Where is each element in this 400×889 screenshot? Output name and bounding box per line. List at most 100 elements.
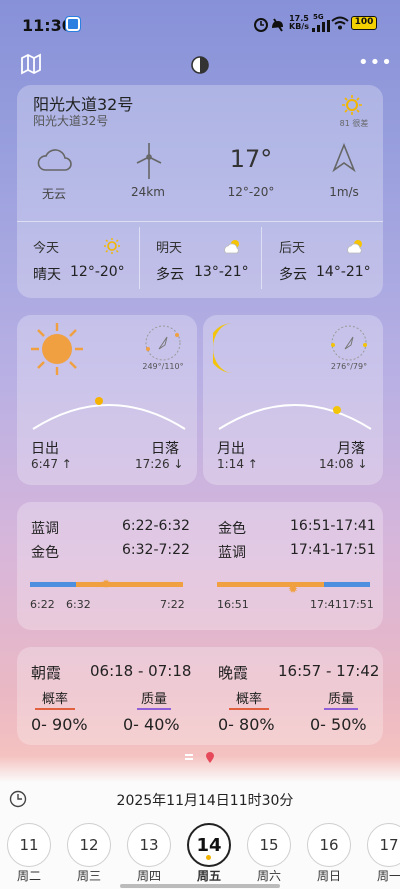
- day-button[interactable]: 15: [247, 823, 291, 867]
- glow-card: 朝霞 06:18 - 07:18 晚霞 16:57 - 17:42 概率 质量 …: [17, 647, 383, 745]
- selected-dot: [206, 855, 211, 860]
- day-button[interactable]: 17: [367, 823, 400, 867]
- day-button[interactable]: 13: [127, 823, 171, 867]
- weekday-label: 周六: [256, 869, 281, 883]
- sun-arc: [32, 397, 186, 430]
- more-menu-icon[interactable]: •••: [358, 52, 393, 73]
- sunrise-time: 6:47: [31, 457, 58, 471]
- moon-azimuth: 276°/79°: [330, 362, 368, 371]
- weekday-label: 周一: [376, 869, 400, 883]
- day-button[interactable]: 12: [67, 823, 111, 867]
- divider: [17, 221, 383, 222]
- wind-direction-icon: [332, 143, 356, 173]
- arrow-down-icon: ↓: [173, 457, 184, 471]
- cloud-icon: [37, 149, 72, 171]
- tick-label: 6:22: [30, 598, 55, 611]
- compass-icon: [331, 325, 367, 361]
- alarm-icon: [254, 18, 283, 32]
- current-condition: 无云: [41, 187, 66, 201]
- sun-small-icon: [342, 95, 362, 115]
- moon-icon: [213, 323, 233, 373]
- forecast-range: 13°-21°: [194, 264, 249, 280]
- weekday-label: 周四: [136, 869, 161, 883]
- probability-label: 概率: [229, 692, 269, 710]
- tick-label: 17:41: [310, 598, 342, 611]
- sunrise-label: 日出: [31, 441, 59, 457]
- net-unit: KB/s: [289, 22, 309, 31]
- twilight-card: 蓝调 6:22-6:32 金色 6:32-7:22 金色 16:51-17:41…: [17, 502, 383, 630]
- arrow-down-icon: ↓: [357, 457, 368, 471]
- weekday-label-selected: 周五: [196, 869, 221, 883]
- current-temp: 17°: [229, 145, 273, 173]
- probability-label: 概率: [35, 692, 75, 710]
- day-button[interactable]: 16: [307, 823, 351, 867]
- page-indicator-list-icon[interactable]: [185, 754, 193, 762]
- twilight-label: 金色: [218, 521, 246, 537]
- sunset-label: 日落: [151, 441, 179, 457]
- forecast-cond: 多云: [279, 267, 307, 283]
- moonset-time-row: 14:08 ↓: [319, 457, 367, 471]
- forecast-range: 14°-21°: [316, 264, 371, 280]
- arrow-up-icon: ↑: [61, 457, 72, 471]
- forecast-cond: 晴天: [33, 267, 61, 283]
- divider: [139, 227, 140, 289]
- forecast-day: 今天: [33, 241, 60, 256]
- sun-card: 249°/110° 日出 日落 6:47 ↑ 17:26 ↓: [17, 315, 197, 485]
- twilight-label: 金色: [31, 545, 59, 561]
- location-sub: 阳光大道32号: [33, 114, 109, 128]
- sunset-time-row: 17:26 ↓: [135, 457, 183, 471]
- twilight-time: 17:41-17:51: [290, 542, 376, 558]
- morning-glow-time: 06:18 - 07:18: [90, 662, 192, 680]
- moonrise-time-row: 1:14 ↑: [217, 457, 258, 471]
- theme-toggle-icon[interactable]: [190, 55, 210, 75]
- compass-icon: [145, 325, 181, 361]
- home-indicator[interactable]: [120, 884, 280, 888]
- page-indicator-location-icon[interactable]: [205, 752, 215, 764]
- battery-icon: 100: [351, 16, 377, 30]
- arrow-up-icon: ↑: [247, 457, 258, 471]
- clock-icon[interactable]: [9, 790, 27, 808]
- day-number: 14: [196, 835, 222, 856]
- twilight-time: 16:51-17:41: [290, 518, 376, 534]
- partly-cloudy-icon: [224, 240, 239, 254]
- sunny-icon: [104, 238, 120, 254]
- wifi-icon: [331, 16, 349, 30]
- weekday-label: 周三: [76, 869, 101, 883]
- divider: [261, 227, 262, 289]
- forecast-range: 12°-20°: [70, 264, 125, 280]
- tick-label: 16:51: [217, 598, 249, 611]
- datetime-label[interactable]: 2025年11月14日11时30分: [70, 790, 340, 810]
- sun-azimuth: 249°/110°: [142, 362, 184, 371]
- wind-speed: 1m/s: [329, 185, 359, 199]
- evening-glow-label: 晚霞: [218, 664, 249, 682]
- weekday-label: 周日: [316, 869, 341, 883]
- wind-turbine-icon: [136, 143, 162, 179]
- sun-marker-icon: ✹: [101, 577, 112, 591]
- sunset-time: 17:26: [135, 457, 170, 471]
- quality-label: 质量: [137, 692, 171, 710]
- twilight-time: 6:22-6:32: [122, 518, 190, 534]
- sun-marker-icon: ✹: [288, 582, 299, 596]
- forecast-day: 明天: [156, 241, 183, 256]
- status-bar: 11:30 17.5 KB/s 5G 100: [0, 0, 400, 46]
- twilight-label: 蓝调: [218, 545, 246, 561]
- partly-cloudy-icon: [347, 240, 362, 254]
- quality-label: 质量: [324, 692, 358, 710]
- moonrise-label: 月出: [217, 441, 245, 457]
- battery-level: 100: [354, 17, 374, 27]
- moonset-label: 月落: [337, 441, 365, 457]
- moon-arc: [218, 404, 372, 430]
- morning-glow-label: 朝霞: [31, 664, 62, 682]
- app-notification-icon: [65, 16, 81, 32]
- morning-probability: 0- 90%: [31, 715, 88, 734]
- weather-card: 阳光大道32号 阳光大道32号 81 很差 无云 24km 17° 12°-20…: [17, 85, 383, 298]
- twilight-time: 6:32-7:22: [122, 542, 190, 558]
- evening-quality: 0- 50%: [310, 715, 367, 734]
- day-button[interactable]: 11: [7, 823, 51, 867]
- day-button-selected[interactable]: 14: [187, 823, 231, 867]
- sunrise-time-row: 6:47 ↑: [31, 457, 72, 471]
- moon-card: 276°/79° 月出 月落 1:14 ↑ 14:08 ↓: [203, 315, 383, 485]
- map-icon[interactable]: [20, 53, 42, 75]
- wind-distance: 24km: [131, 185, 165, 199]
- tick-label: 6:32: [66, 598, 91, 611]
